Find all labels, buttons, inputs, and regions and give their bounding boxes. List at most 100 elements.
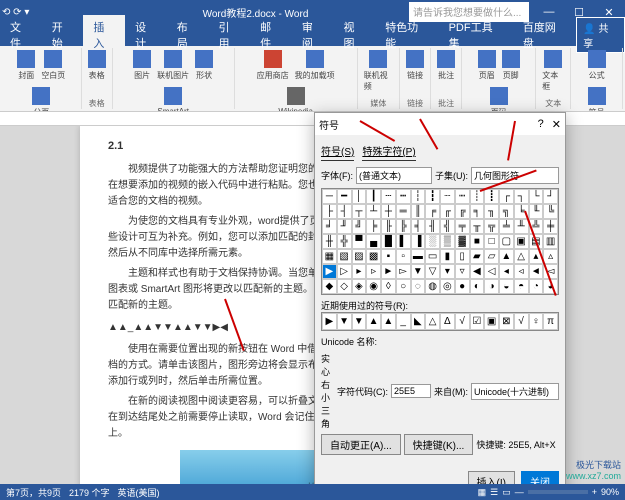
symbol-cell[interactable]: ▵ [543, 249, 558, 264]
recent-symbol-cell[interactable]: ▶ [322, 313, 337, 330]
symbol-cell[interactable]: ○ [396, 279, 411, 294]
symbol-cell[interactable]: ┃ [366, 189, 381, 204]
symbol-cell[interactable]: ┄ [381, 189, 396, 204]
symbol-cell[interactable]: ┐ [514, 189, 529, 204]
symbol-cell[interactable]: ╤ [455, 219, 470, 234]
symbol-cell[interactable]: ▌ [396, 234, 411, 249]
symbol-cell[interactable]: ┤ [337, 204, 352, 219]
symbol-cell[interactable]: ◂ [499, 264, 514, 279]
recent-symbol-cell[interactable]: π [543, 313, 558, 330]
btn-video[interactable]: 联机视频 [362, 48, 395, 94]
symbol-cell[interactable]: ▭ [425, 249, 440, 264]
symbol-cell[interactable]: █ [381, 234, 396, 249]
btn-shape[interactable]: 形状 [193, 48, 215, 83]
symbol-cell[interactable]: ◅ [543, 264, 558, 279]
symbol-cell[interactable]: ◆ [322, 279, 337, 294]
recent-symbol-cell[interactable]: _ [396, 313, 411, 330]
symbol-cell[interactable]: ▣ [514, 234, 529, 249]
symbol-cell[interactable]: ╛ [322, 219, 337, 234]
btn-comment[interactable]: 批注 [435, 48, 457, 83]
recent-symbol-cell[interactable]: ♀ [529, 313, 544, 330]
symbol-cell[interactable]: ╩ [529, 219, 544, 234]
btn-link[interactable]: 链接 [404, 48, 426, 83]
btn-wiki[interactable]: Wikipedia [276, 85, 315, 112]
symbol-cell[interactable]: ► [381, 264, 396, 279]
recent-symbol-cell[interactable]: Δ [440, 313, 455, 330]
symbol-cell[interactable]: ╒ [425, 204, 440, 219]
shortcut-button[interactable]: 快捷键(K)... [404, 434, 474, 455]
btn-smartart[interactable]: SmartArt [155, 85, 191, 112]
btn-pagenum[interactable]: 页码 [488, 85, 510, 112]
btn-table[interactable]: 表格 [86, 48, 108, 83]
view-icon[interactable]: ▭ [502, 487, 511, 498]
btn-blank[interactable]: 空白页 [39, 48, 67, 83]
btn-footer[interactable]: 页脚 [500, 48, 522, 83]
symbol-cell[interactable]: ▶ [322, 264, 337, 279]
symbol-cell[interactable]: ◉ [366, 279, 381, 294]
symbol-cell[interactable]: ▐ [411, 234, 426, 249]
symbol-cell[interactable]: ▥ [543, 234, 558, 249]
symbol-cell[interactable]: ━ [337, 189, 352, 204]
symbol-cell[interactable]: ╠ [396, 219, 411, 234]
symbol-cell[interactable]: ┅ [396, 189, 411, 204]
symbol-cell[interactable]: △ [514, 249, 529, 264]
dialog-help-button[interactable]: ? [538, 118, 544, 131]
symbol-cell[interactable]: ▽ [425, 264, 440, 279]
symbol-cell[interactable]: ╘ [514, 204, 529, 219]
status-lang[interactable]: 英语(美国) [118, 486, 160, 499]
btn-eq[interactable]: 公式 [586, 48, 608, 83]
symbol-cell[interactable]: ╢ [425, 219, 440, 234]
tab-symbols[interactable]: 符号(S) [321, 141, 354, 161]
dialog-close-button[interactable]: ✕ [552, 118, 561, 131]
symbol-cell[interactable]: ╟ [381, 219, 396, 234]
symbol-cell[interactable]: ║ [411, 204, 426, 219]
btn-store[interactable]: 应用商店 [255, 48, 291, 83]
recent-symbol-cell[interactable]: ▲ [381, 313, 396, 330]
recent-symbol-cell[interactable]: √ [514, 313, 529, 330]
symbol-cell[interactable]: ╦ [484, 219, 499, 234]
symbol-cell[interactable]: ▬ [411, 249, 426, 264]
symbol-cell[interactable]: ▀ [352, 234, 367, 249]
from-combo[interactable]: Unicode(十六进制) [471, 383, 559, 400]
symbol-cell[interactable]: ▧ [337, 249, 352, 264]
symbol-cell[interactable]: ▪ [381, 249, 396, 264]
symbol-cell[interactable]: ╗ [499, 204, 514, 219]
btn-textbox[interactable]: 文本框 [540, 48, 566, 94]
symbol-cell[interactable]: ◐ [470, 279, 485, 294]
symbol-cell[interactable]: ┴ [366, 204, 381, 219]
symbol-cell[interactable]: ● [455, 279, 470, 294]
font-combo[interactable]: (普通文本) [356, 167, 432, 184]
symbol-cell[interactable]: └ [529, 189, 544, 204]
symbol-cell[interactable]: ▸ [352, 264, 367, 279]
char-code-input[interactable] [391, 384, 431, 398]
symbol-cell[interactable]: ▲ [499, 249, 514, 264]
zoom-slider[interactable] [528, 490, 588, 494]
symbol-cell[interactable]: ▫ [396, 249, 411, 264]
symbol-cell[interactable]: ╔ [455, 204, 470, 219]
recent-symbol-cell[interactable]: ▼ [337, 313, 352, 330]
symbol-cell[interactable]: ╡ [411, 219, 426, 234]
symbol-cell[interactable]: ╝ [352, 219, 367, 234]
symbol-cell[interactable]: ┇ [425, 189, 440, 204]
symbol-cell[interactable]: ┬ [352, 204, 367, 219]
symbol-cell[interactable]: ▩ [366, 249, 381, 264]
symbol-cell[interactable]: ┌ [499, 189, 514, 204]
autocorrect-button[interactable]: 自动更正(A)... [321, 434, 401, 455]
symbol-cell[interactable]: ─ [322, 189, 337, 204]
symbol-cell[interactable]: ◔ [529, 279, 544, 294]
symbol-cell[interactable]: ├ [322, 204, 337, 219]
btn-symbol[interactable]: 符号 [586, 85, 608, 112]
symbol-cell[interactable]: ╙ [529, 204, 544, 219]
symbol-cell[interactable]: ▻ [396, 264, 411, 279]
symbol-cell[interactable]: ◈ [352, 279, 367, 294]
symbol-cell[interactable]: ▴ [529, 249, 544, 264]
symbol-cell[interactable]: ╫ [322, 234, 337, 249]
recent-symbol-cell[interactable]: ▼ [352, 313, 367, 330]
symbol-cell[interactable]: ┉ [455, 189, 470, 204]
symbol-cell[interactable]: ◃ [514, 264, 529, 279]
symbol-cell[interactable]: ◊ [381, 279, 396, 294]
symbol-cell[interactable]: ╜ [337, 219, 352, 234]
symbol-cell[interactable]: ▓ [455, 234, 470, 249]
symbol-cell[interactable]: ◑ [484, 279, 499, 294]
btn-cover[interactable]: 封面 [15, 48, 37, 83]
